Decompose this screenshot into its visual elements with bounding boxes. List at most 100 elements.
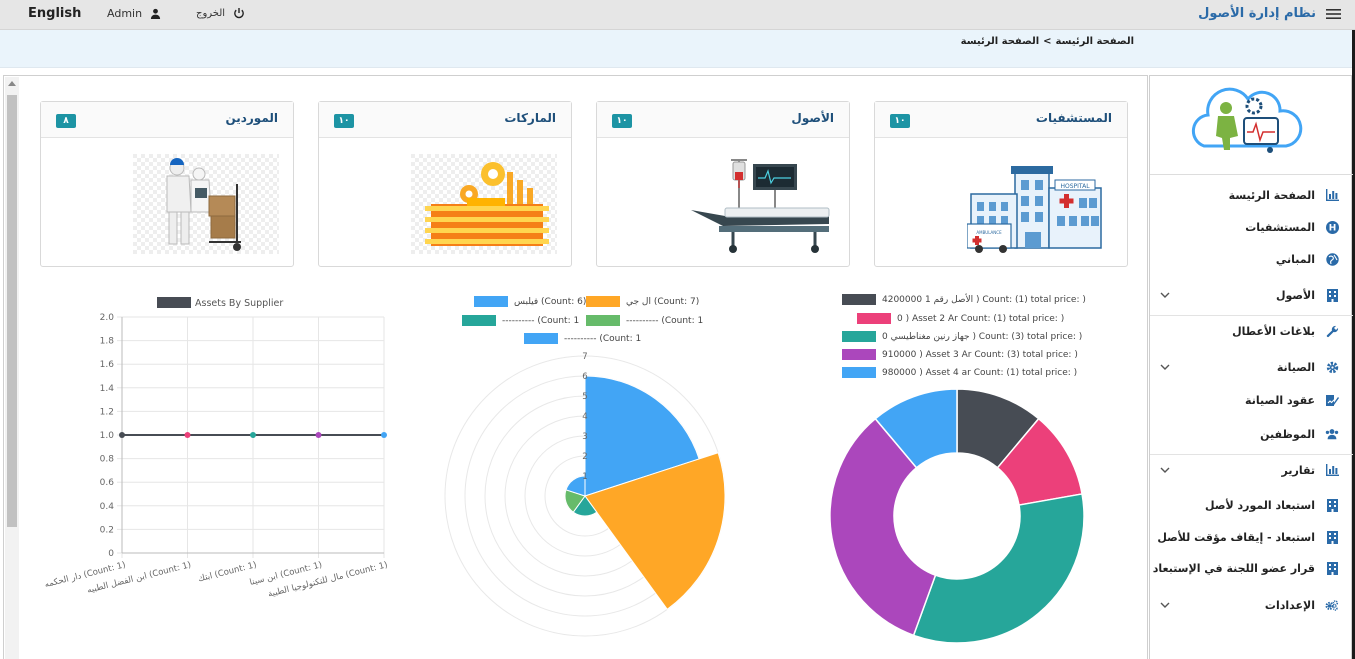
data-point[interactable] bbox=[119, 432, 125, 438]
assets-chart-legend: الأصل رقم 1 4200000 ) Count: (1) total p… bbox=[842, 294, 1142, 386]
y-tick-label: 1.8 bbox=[100, 337, 115, 347]
chevron-down-icon[interactable] bbox=[1160, 290, 1170, 300]
data-point[interactable] bbox=[315, 432, 322, 438]
sidebar-item-label: قرار عضو اللجنة في الإستبعاد bbox=[1152, 561, 1315, 575]
sidebar-item[interactable]: الموظفين bbox=[1150, 418, 1353, 450]
wrench-icon bbox=[1325, 324, 1339, 338]
sidebar-item[interactable]: استبعاد المورد لأصل bbox=[1150, 489, 1353, 521]
hospital-icon: HOSPITAL AMBULANCE bbox=[967, 166, 1102, 253]
scrollbar-thumb[interactable] bbox=[7, 95, 17, 527]
count-badge: ١٠ bbox=[890, 114, 910, 128]
power-icon bbox=[234, 8, 244, 19]
sidebar-item[interactable]: بلاغات الأعطال bbox=[1150, 315, 1353, 347]
radial-tick-label: 6 bbox=[582, 372, 587, 382]
y-tick-label: 1.4 bbox=[100, 384, 115, 394]
gear-icon bbox=[1325, 360, 1339, 374]
card-brands[interactable]: الماركات ١٠ bbox=[318, 101, 572, 267]
sidebar-item[interactable]: الأصول bbox=[1150, 279, 1353, 311]
legend-swatch bbox=[157, 297, 191, 308]
legend-item[interactable]: 910000 ) Asset 3 Ar Count: (3) total pri… bbox=[842, 349, 1078, 360]
building-icon bbox=[1325, 498, 1339, 512]
legend-item[interactable]: 980000 ) Asset 4 ar Count: (1) total pri… bbox=[842, 367, 1077, 378]
sidebar-item[interactable]: استبعاد - إيقاف مؤقت للأصل bbox=[1150, 521, 1353, 553]
legend-swatch bbox=[586, 315, 620, 326]
sidebar-item[interactable]: الإعدادات bbox=[1150, 589, 1353, 621]
sidebar-item[interactable]: الصفحة الرئيسة bbox=[1150, 179, 1353, 211]
count-badge: ٨ bbox=[56, 114, 76, 128]
breadcrumb-home[interactable]: الصفحة الرئيسة bbox=[1056, 36, 1134, 47]
card-assets[interactable]: الأصول ١٠ bbox=[596, 101, 850, 267]
gears-icon bbox=[1325, 598, 1339, 612]
globe-icon bbox=[1325, 252, 1339, 266]
building-icon bbox=[1325, 530, 1339, 544]
card-header: الماركات ١٠ bbox=[319, 102, 571, 138]
radial-tick-label: 1 bbox=[582, 472, 587, 482]
language-switch[interactable]: English bbox=[28, 6, 81, 21]
sidebar-item-label: الموظفين bbox=[1260, 427, 1315, 441]
card-header: المستشفيات ١٠ bbox=[875, 102, 1127, 138]
y-tick-label: 1.0 bbox=[100, 431, 115, 441]
legend-item[interactable]: ال جي (Count: 7) bbox=[586, 296, 699, 307]
legend-swatch bbox=[474, 296, 508, 307]
sidebar-item-label: الصفحة الرئيسة bbox=[1228, 188, 1315, 202]
sidebar-item-label: استبعاد المورد لأصل bbox=[1205, 498, 1315, 512]
brands-chart-legend: ال جي (Count: 7) فيلبس (Count: 6) --------… bbox=[444, 296, 734, 352]
sidebar-item[interactable]: الصيانة bbox=[1150, 351, 1353, 383]
svg-text:HOSPITAL: HOSPITAL bbox=[1060, 183, 1090, 190]
sidebar-item[interactable]: عقود الصيانة bbox=[1150, 384, 1353, 416]
users-icon bbox=[1325, 427, 1339, 441]
dashboard-panel: المستشفيات ١٠ HOSPITAL AMBULANCE الأصول … bbox=[3, 75, 1148, 659]
sidebar-item[interactable]: المستشفيات H bbox=[1150, 211, 1353, 243]
legend-swatch bbox=[842, 294, 876, 305]
sidebar-item-label: الأصول bbox=[1275, 288, 1315, 302]
legend-item[interactable]: ---------- (Count: 1 bbox=[524, 333, 641, 344]
scroll-up-arrow[interactable] bbox=[8, 81, 16, 86]
sidebar-item[interactable]: تقارير bbox=[1150, 454, 1353, 486]
legend-swatch bbox=[842, 349, 876, 360]
doughnut-slice[interactable] bbox=[912, 493, 1085, 644]
data-point[interactable] bbox=[184, 432, 191, 438]
legend-item[interactable]: فيلبس (Count: 6) bbox=[474, 296, 586, 307]
count-badge: ١٠ bbox=[612, 114, 632, 128]
svg-text:AMBULANCE: AMBULANCE bbox=[976, 230, 1002, 235]
legend-swatch bbox=[842, 367, 876, 378]
x-tick-label: مال للتكنولوجيا الطبية (Count: 1) bbox=[267, 560, 389, 599]
legend-item[interactable]: ---------- (Count: 1 bbox=[586, 315, 703, 326]
sidebar-item[interactable]: المباني bbox=[1150, 243, 1353, 275]
bar-chart-icon bbox=[1325, 188, 1339, 202]
card-hospitals[interactable]: المستشفيات ١٠ HOSPITAL AMBULANCE bbox=[874, 101, 1128, 267]
logout-button[interactable]: الخروج bbox=[196, 7, 245, 19]
sidebar-item-label: تقارير bbox=[1281, 463, 1315, 477]
legend-label: فيلبس (Count: 6) bbox=[514, 296, 587, 307]
hamburger-menu-icon[interactable] bbox=[1326, 8, 1341, 20]
legend-item[interactable]: الأصل رقم 1 4200000 ) Count: (1) total p… bbox=[842, 294, 1086, 305]
factory-icon bbox=[411, 154, 557, 254]
chevron-down-icon[interactable] bbox=[1160, 362, 1170, 372]
app-title[interactable]: نظام إدارة الأصول bbox=[1198, 6, 1341, 21]
sidebar-item[interactable]: قرار عضو اللجنة في الإستبعاد bbox=[1150, 552, 1353, 584]
sidebar-divider bbox=[1150, 174, 1353, 175]
legend-swatch bbox=[586, 296, 620, 307]
hospital-bed-icon bbox=[691, 159, 830, 253]
sidebar-item-label: بلاغات الأعطال bbox=[1232, 324, 1315, 338]
building-icon bbox=[1325, 288, 1339, 302]
chevron-down-icon[interactable] bbox=[1160, 600, 1170, 610]
legend-item[interactable]: 0 ) Asset 2 Ar Count: (1) total price: ) bbox=[857, 313, 1064, 324]
y-tick-label: 1.2 bbox=[100, 407, 114, 417]
radial-tick-label: 5 bbox=[582, 392, 587, 402]
data-point[interactable] bbox=[381, 432, 387, 438]
card-title: الموردين bbox=[225, 111, 278, 125]
card-header: الأصول ١٠ bbox=[597, 102, 849, 138]
chevron-down-icon[interactable] bbox=[1160, 465, 1170, 475]
card-suppliers[interactable]: الموردين ٨ bbox=[40, 101, 294, 267]
sidebar-item-label: المستشفيات bbox=[1245, 220, 1315, 234]
assets-by-brand-chart: 7 6 5 4 3 2 1 bbox=[444, 352, 726, 637]
sidebar-item-label: استبعاد - إيقاف مؤقت للأصل bbox=[1157, 530, 1315, 544]
vertical-scrollbar[interactable] bbox=[5, 77, 19, 659]
sidebar: الصفحة الرئيسة المستشفيات H المباني الأصول بل… bbox=[1149, 75, 1353, 659]
legend-item[interactable]: ---------- (Count: 1 bbox=[462, 315, 579, 326]
user-menu[interactable]: Admin bbox=[107, 7, 161, 20]
data-point[interactable] bbox=[250, 432, 256, 438]
legend-item[interactable]: جهاز رنين مغناطيسي 0 ) Count: (3) total … bbox=[842, 331, 1082, 342]
y-tick-label: 0.2 bbox=[100, 525, 114, 535]
